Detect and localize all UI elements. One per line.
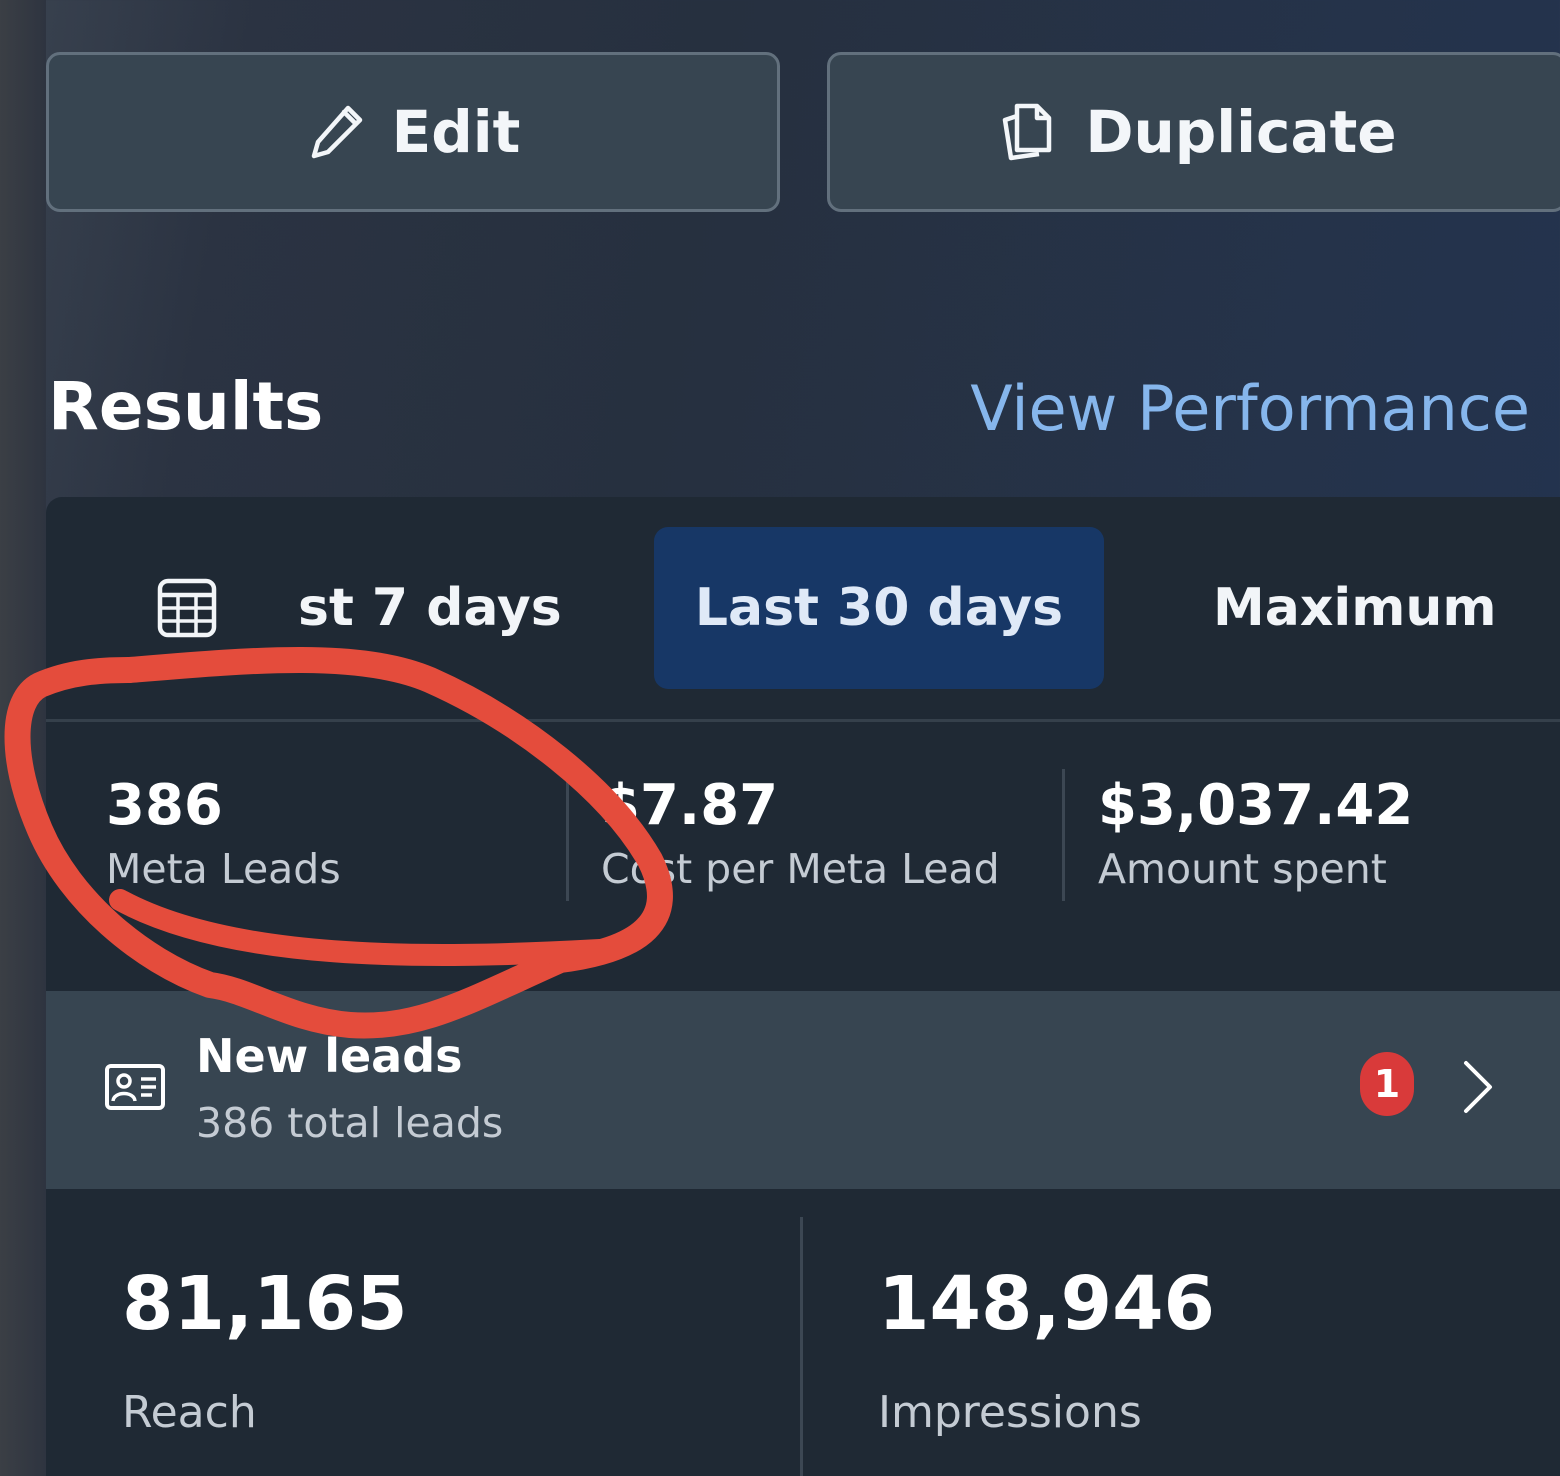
metric-cost-per-lead: $7.87 Cost per Meta Lead [601,775,1000,893]
reach-value: 81,165 [122,1261,408,1347]
metric-impressions: 148,946 Impressions [878,1267,1215,1438]
metric-divider [1062,769,1065,901]
amount-spent-value: $3,037.42 [1098,773,1414,838]
duplicate-label: Duplicate [1085,98,1397,166]
results-title: Results [48,368,324,445]
view-performance-link[interactable]: View Performance [970,372,1530,445]
tab-last-7-days[interactable]: st 7 days [298,527,562,689]
amount-spent-label: Amount spent [1098,844,1387,893]
pencil-icon [306,102,366,162]
edit-label: Edit [391,98,521,166]
calendar-icon[interactable] [156,577,218,643]
meta-leads-label: Meta Leads [106,844,341,893]
metric-amount-spent: $3,037.42 Amount spent [1098,775,1413,893]
cost-per-lead-value: $7.87 [601,773,779,838]
metric-divider [566,769,569,901]
cost-per-lead-label: Cost per Meta Lead [601,844,1000,893]
duplicate-button[interactable]: Duplicate [827,52,1560,212]
tab-last-30-days[interactable]: Last 30 days [654,527,1104,689]
contact-card-icon [104,1063,166,1115]
notification-badge: 1 [1360,1052,1414,1116]
edit-button[interactable]: Edit [46,52,780,212]
results-card: st 7 days Last 30 days Maximum 386 Meta … [46,497,1560,1476]
impressions-label: Impressions [878,1387,1142,1438]
new-leads-subtitle: 386 total leads [196,1099,504,1147]
meta-leads-value: 386 [106,773,223,838]
reach-label: Reach [122,1387,257,1438]
left-edge [0,0,46,1476]
chevron-right-icon[interactable] [1458,1059,1498,1119]
metric-reach: 81,165 Reach [122,1267,408,1438]
duplicate-icon [997,100,1059,164]
new-leads-title: New leads [196,1029,463,1083]
metric-meta-leads: 386 Meta Leads [106,775,341,893]
tab-maximum[interactable]: Maximum [1213,527,1497,689]
metric-divider [800,1217,803,1476]
new-leads-row[interactable]: New leads 386 total leads 1 [46,991,1560,1189]
impressions-value: 148,946 [878,1261,1216,1347]
tabs-divider [46,719,1560,722]
